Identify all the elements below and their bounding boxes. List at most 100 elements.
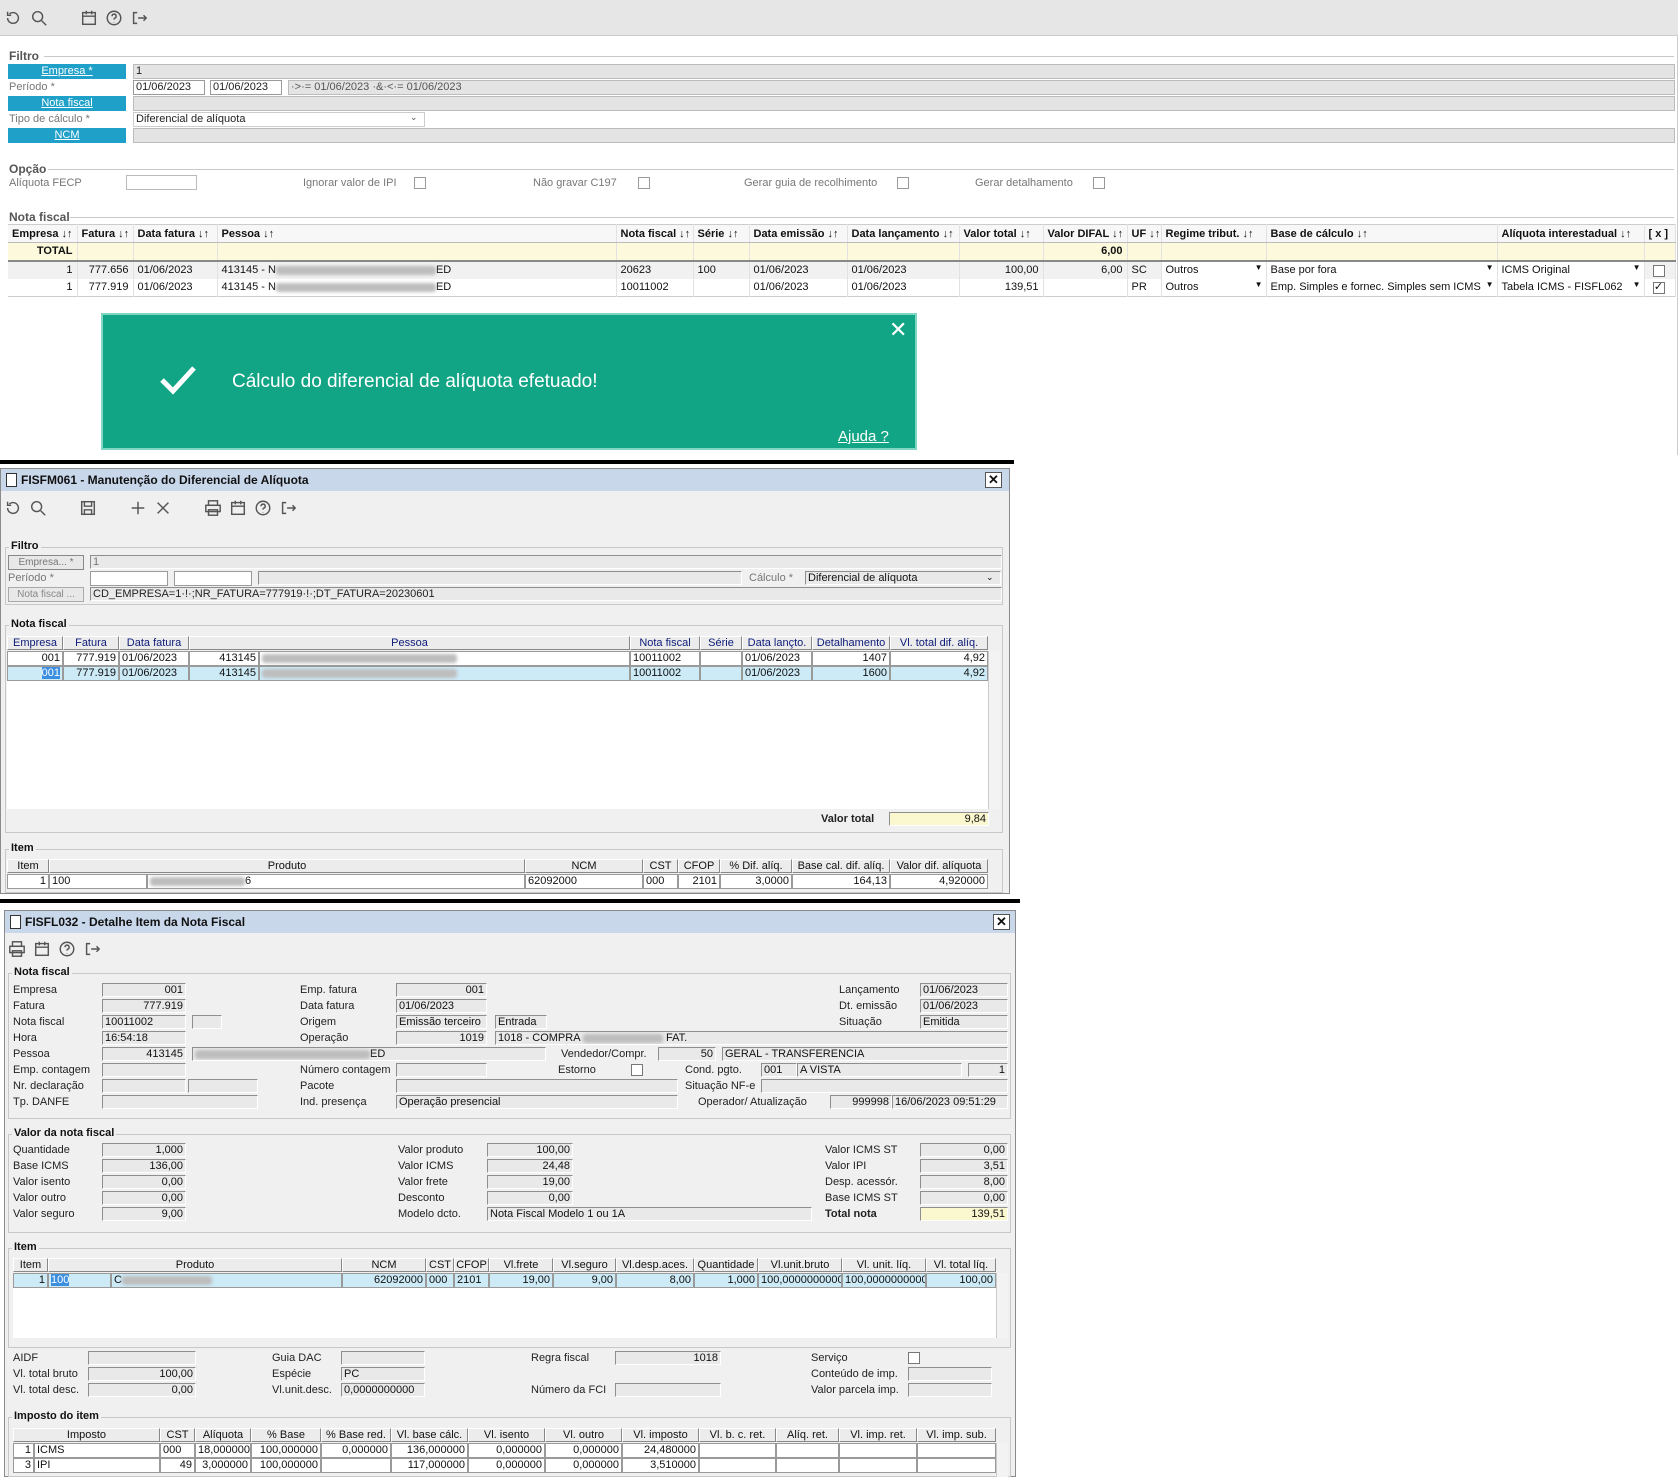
col-detalhamento[interactable]: Detalhamento	[812, 636, 890, 650]
col-cst[interactable]: CST	[160, 1428, 195, 1442]
col-valor-total[interactable]: Valor total ↓↑	[959, 224, 1044, 243]
row-checkbox[interactable]	[1652, 264, 1665, 277]
chevron-down-icon[interactable]: ▼	[1633, 280, 1641, 289]
col-produto[interactable]: Produto	[48, 1258, 342, 1272]
ignorar-ipi-checkbox[interactable]	[414, 177, 426, 189]
col-data-fatura[interactable]: Data fatura	[119, 636, 189, 650]
col-vl-total[interactable]: Vl. total dif. alíq.	[890, 636, 988, 650]
close-button[interactable]: ✕	[993, 914, 1010, 930]
col-item[interactable]: Item	[7, 859, 49, 873]
col-cst[interactable]: CST	[643, 859, 678, 873]
col-vl-bc-ret[interactable]: Vl. b. c. ret.	[699, 1428, 776, 1442]
print-icon[interactable]	[6, 938, 28, 960]
col-aliq-ret[interactable]: Alíq. ret.	[776, 1428, 839, 1442]
close-icon[interactable]: ✕	[889, 319, 907, 341]
scrollbar[interactable]	[996, 1443, 1008, 1477]
col-data-emissao[interactable]: Data emissão ↓↑	[749, 224, 848, 243]
col-pct-base-red[interactable]: % Base red.	[321, 1428, 391, 1442]
col-vl-seguro[interactable]: Vl.seguro	[553, 1258, 616, 1272]
col-regime[interactable]: Regime tribut. ↓↑	[1161, 224, 1267, 243]
estorno-checkbox[interactable]	[631, 1064, 643, 1076]
col-pessoa[interactable]: Pessoa ↓↑	[217, 224, 617, 243]
col-pct-base[interactable]: % Base	[251, 1428, 321, 1442]
base-select[interactable]: Emp. Simples e fornec. Simples sem ICMS ▼	[1266, 278, 1498, 297]
col-data-lancto[interactable]: Data lançto.	[742, 636, 812, 650]
nota-fiscal-button[interactable]: Nota fiscal ...	[8, 587, 84, 602]
nao-gravar-checkbox[interactable]	[638, 177, 650, 189]
col-data-fatura[interactable]: Data fatura ↓↑	[133, 224, 218, 243]
empresa-input[interactable]: 1	[133, 64, 1675, 79]
col-empresa[interactable]: Empresa	[7, 636, 63, 650]
save-icon[interactable]	[77, 497, 99, 519]
delete-icon[interactable]	[152, 497, 174, 519]
refresh-icon[interactable]	[2, 7, 24, 29]
regime-select[interactable]: Outros ▼	[1161, 260, 1267, 279]
empresa-input[interactable]: 1	[90, 555, 1002, 569]
periodo-to-input[interactable]	[174, 571, 252, 586]
col-empresa[interactable]: Empresa ↓↑	[8, 224, 78, 243]
periodo-from-input[interactable]: 01/06/2023	[133, 80, 205, 95]
col-pessoa[interactable]: Pessoa	[189, 636, 630, 650]
chevron-down-icon[interactable]: ▼	[1486, 263, 1494, 272]
ncm-label-button[interactable]: NCM	[8, 128, 126, 143]
calendar-icon[interactable]	[78, 7, 100, 29]
row-checkbox-checked[interactable]: ✓	[1652, 281, 1665, 294]
refresh-icon[interactable]	[2, 497, 24, 519]
exit-icon[interactable]	[277, 497, 299, 519]
col-serie[interactable]: Série	[700, 636, 742, 650]
col-vl-desp[interactable]: Vl.desp.aces.	[616, 1258, 694, 1272]
col-cfop[interactable]: CFOP	[454, 1258, 489, 1272]
col-vl-unit-bruto[interactable]: Vl.unit.bruto	[758, 1258, 842, 1272]
search-icon[interactable]	[27, 497, 49, 519]
col-vl-isento[interactable]: Vl. isento	[468, 1428, 545, 1442]
col-cfop[interactable]: CFOP	[678, 859, 720, 873]
col-base-calculo[interactable]: Base de cálculo ↓↑	[1266, 224, 1498, 243]
col-data-lancamento[interactable]: Data lançamento ↓↑	[847, 224, 960, 243]
gerar-detalhamento-checkbox[interactable]	[1093, 177, 1105, 189]
tipo-calculo-select[interactable]: Diferencial de alíquota	[133, 112, 425, 127]
chevron-down-icon[interactable]: ⌄	[986, 572, 994, 583]
col-pct-dif[interactable]: % Dif. alíq.	[720, 859, 792, 873]
servico-checkbox[interactable]	[908, 1352, 920, 1364]
col-serie[interactable]: Série ↓↑	[693, 224, 750, 243]
aliquota-select[interactable]: Tabela ICMS - FISFL062 ▼	[1497, 278, 1645, 297]
ncm-input[interactable]	[133, 128, 1675, 143]
col-valor-dif[interactable]: Valor dif. alíquota	[890, 859, 988, 873]
search-icon[interactable]	[28, 7, 50, 29]
help-icon[interactable]	[56, 938, 78, 960]
periodo-to-input[interactable]: 01/06/2023	[210, 80, 282, 95]
aliquota-fecp-input[interactable]	[126, 175, 197, 190]
scrollbar[interactable]	[988, 651, 1000, 809]
table-row[interactable]: 1 777.656 01/06/2023 413145 - N ED 20623 …	[8, 260, 1676, 279]
gerar-guia-checkbox[interactable]	[897, 177, 909, 189]
col-produto[interactable]: Produto	[49, 859, 525, 873]
base-select[interactable]: Base por fora ▼	[1266, 260, 1498, 279]
aliquota-select[interactable]: ICMS Original ▼	[1497, 260, 1645, 279]
exit-icon[interactable]	[81, 938, 103, 960]
col-imposto[interactable]: Imposto	[13, 1428, 160, 1442]
empresa-button[interactable]: Empresa... *	[8, 555, 84, 570]
chevron-down-icon[interactable]: ▼	[1633, 263, 1641, 272]
chevron-down-icon[interactable]: ▼	[1486, 280, 1494, 289]
print-icon[interactable]	[202, 497, 224, 519]
col-nota-fiscal[interactable]: Nota fiscal ↓↑	[616, 224, 694, 243]
col-vl-base-calc[interactable]: Vl. base cálc.	[391, 1428, 468, 1442]
help-icon[interactable]	[103, 7, 125, 29]
col-quantidade[interactable]: Quantidade	[694, 1258, 758, 1272]
scrollbar[interactable]	[996, 1273, 1008, 1338]
periodo-from-input[interactable]	[90, 571, 168, 586]
col-aliquota[interactable]: Alíquota	[195, 1428, 251, 1442]
calculo-select[interactable]: Diferencial de alíquota	[805, 571, 1001, 585]
col-uf[interactable]: UF ↓↑	[1127, 224, 1162, 243]
table-row[interactable]: 1 777.919 01/06/2023 413145 - N ED 100110…	[8, 278, 1676, 297]
calendar-icon[interactable]	[227, 497, 249, 519]
col-vl-imp-ret[interactable]: Vl. imp. ret.	[839, 1428, 917, 1442]
help-link[interactable]: Ajuda ?	[838, 428, 889, 445]
col-vl-outro[interactable]: Vl. outro	[545, 1428, 622, 1442]
exit-icon[interactable]	[128, 7, 150, 29]
col-vl-frete[interactable]: Vl.frete	[489, 1258, 553, 1272]
chevron-down-icon[interactable]: ▼	[1255, 263, 1263, 272]
col-vl-imposto[interactable]: Vl. imposto	[622, 1428, 699, 1442]
chevron-down-icon[interactable]: ▼	[1255, 280, 1263, 289]
col-select-all[interactable]: [ x ]	[1644, 224, 1676, 243]
